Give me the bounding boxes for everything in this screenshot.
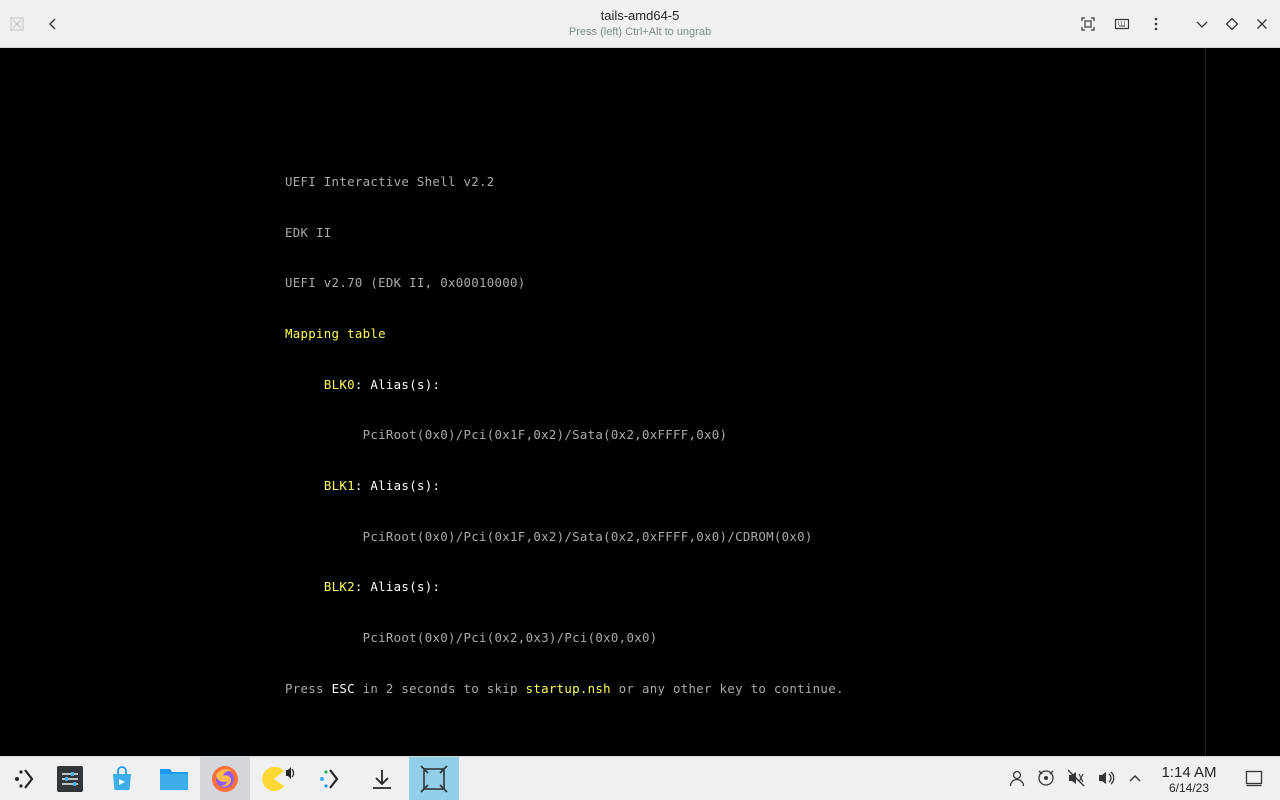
vm-console[interactable]: UEFI Interactive Shell v2.2 EDK II UEFI … — [0, 48, 1280, 756]
window-title: tails-amd64-5 — [600, 8, 680, 23]
virt-viewer-icon[interactable] — [409, 757, 459, 800]
user-icon[interactable] — [1006, 767, 1028, 789]
app-icon — [2, 9, 32, 39]
blk0-line: BLK0: Alias(s): — [323, 376, 441, 392]
discover-icon[interactable] — [97, 757, 147, 800]
window-subtitle: Press (left) Ctrl+Alt to ungrab — [568, 26, 712, 38]
blk0-path: PciRoot(0x0)/Pci(0x1F,0x2)/Sata(0x2,0xFF… — [362, 427, 728, 443]
close-icon[interactable] — [1247, 9, 1277, 39]
fit-window-icon[interactable] — [1073, 9, 1103, 39]
expand-tray-icon[interactable] — [1124, 767, 1146, 789]
window-title-area: tails-amd64-5 Press (left) Ctrl+Alt to u… — [340, 8, 940, 40]
startup-prompt-line: Press ESC in 2 seconds to skip startup.n… — [285, 681, 844, 698]
prompt-text-1: Press — [285, 680, 332, 696]
blk0-alias: Alias(s): — [370, 376, 441, 392]
shell-version-line: UEFI Interactive Shell v2.2 — [285, 173, 495, 189]
clock-time: 1:14 AM — [1161, 764, 1217, 781]
network-icon[interactable] — [1035, 767, 1057, 789]
mapping-table-heading: Mapping table — [285, 325, 386, 341]
blk2-path-line: PciRoot(0x0)/Pci(0x2,0x3)/Pci(0x0,0x0) — [285, 630, 844, 647]
uefi-version-line: UEFI v2.70 (EDK II, 0x00010000) — [285, 275, 526, 291]
downloads-icon[interactable] — [357, 757, 407, 800]
volume-icon[interactable] — [1095, 767, 1117, 789]
blk2-alias: Alias(s): — [370, 579, 441, 595]
keyboard-icon[interactable] — [1107, 9, 1137, 39]
blk0-path-line: PciRoot(0x0)/Pci(0x1F,0x2)/Sata(0x2,0xFF… — [285, 427, 844, 444]
startup-nsh-label: startup.nsh — [525, 680, 611, 696]
window-titlebar: tails-amd64-5 Press (left) Ctrl+Alt to u… — [0, 0, 1280, 48]
back-icon[interactable] — [38, 9, 68, 39]
firmware-line: EDK II — [285, 224, 332, 240]
blk1-alias: Alias(s): — [370, 478, 441, 494]
prompt-text-3: or any other key to continue. — [610, 680, 844, 696]
blk2-path: PciRoot(0x0)/Pci(0x2,0x3)/Pci(0x0,0x0) — [362, 630, 658, 646]
application-launcher-icon[interactable] — [0, 757, 50, 800]
kde-connect-icon[interactable] — [253, 757, 303, 800]
digital-clock[interactable]: 1:14 AM 6/14/23 — [1150, 764, 1228, 795]
esc-key-label: ESC — [331, 680, 355, 696]
taskbar: 1:14 AM 6/14/23 — [0, 756, 1280, 800]
minimize-icon[interactable] — [1187, 9, 1217, 39]
console-edge — [1205, 48, 1206, 756]
blk1-name: BLK1 — [323, 478, 355, 494]
files-icon[interactable] — [149, 757, 199, 800]
blk2-name: BLK2 — [323, 579, 355, 595]
system-settings-icon[interactable] — [45, 757, 95, 800]
blk1-line: BLK1: Alias(s): — [323, 478, 441, 494]
blk1-path: PciRoot(0x0)/Pci(0x1F,0x2)/Sata(0x2,0xFF… — [362, 528, 813, 544]
firefox-icon[interactable] — [200, 757, 250, 800]
kdeconnect-arrow-icon[interactable] — [305, 757, 355, 800]
more-options-icon[interactable] — [1141, 9, 1171, 39]
muted-audio-icon[interactable] — [1065, 767, 1087, 789]
clock-date: 6/14/23 — [1168, 781, 1210, 795]
uefi-shell-output: UEFI Interactive Shell v2.2 EDK II UEFI … — [285, 140, 844, 732]
blk2-line: BLK2: Alias(s): — [323, 579, 441, 595]
blk0-name: BLK0 — [323, 376, 355, 392]
prompt-text-2: in 2 seconds to skip — [354, 680, 526, 696]
blk1-path-line: PciRoot(0x0)/Pci(0x1F,0x2)/Sata(0x2,0xFF… — [285, 529, 844, 546]
show-desktop-icon[interactable] — [1243, 767, 1265, 789]
keep-above-icon[interactable] — [1217, 9, 1247, 39]
